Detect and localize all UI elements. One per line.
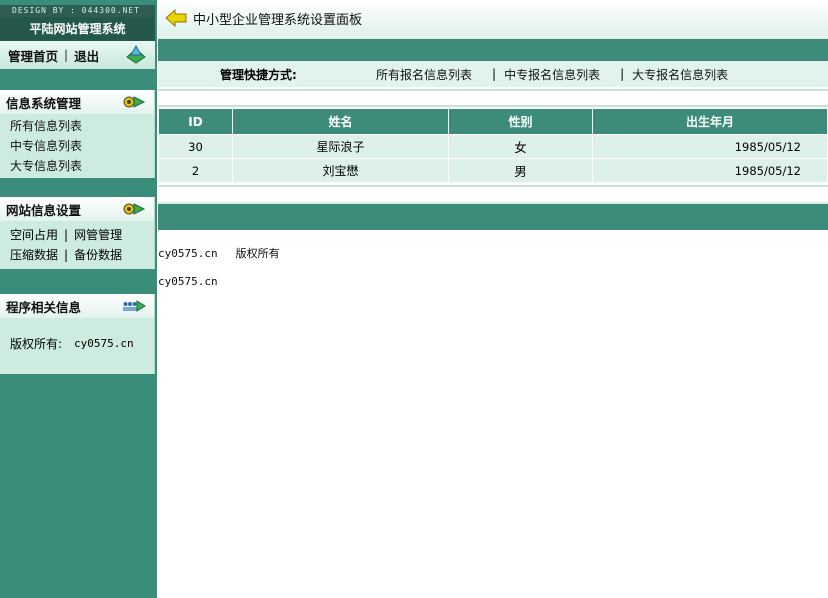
separator: |	[492, 67, 497, 81]
panel-title: 网站信息设置	[6, 202, 82, 218]
logout-link[interactable]: 退出	[74, 46, 99, 65]
users-arrow-icon	[123, 300, 146, 312]
footer-line: cy0575.cn	[158, 275, 218, 288]
panel-info-body: 所有信息列表 中专信息列表 大专信息列表	[0, 114, 155, 178]
shortcut-bar: 管理快捷方式: 所有报名信息列表 | 中专报名信息列表 | 大专报名信息列表	[158, 61, 828, 87]
table-header-row: ID 姓名 性别 出生年月	[158, 108, 828, 135]
cell-id: 30	[158, 134, 233, 159]
cell-gender: 女	[448, 134, 593, 159]
shortcut-college-list[interactable]: 大专报名信息列表	[632, 66, 728, 83]
copyright-value: cy0575.cn	[74, 337, 134, 350]
cell-id: 2	[158, 158, 233, 183]
separator: |	[620, 67, 625, 81]
top-bar: 中小型企业管理系统设置面板	[158, 0, 828, 36]
sidebar: DESIGN BY : 044300.NET 平陆网站管理系统 管理首页 | 退…	[0, 0, 157, 598]
panel-program-info[interactable]: 程序相关信息	[0, 294, 155, 318]
back-arrow-icon[interactable]	[165, 9, 187, 27]
gear-arrow-icon	[123, 203, 146, 215]
menu-all-info[interactable]: 所有信息列表	[10, 116, 154, 136]
system-title: 平陆网站管理系统	[0, 17, 155, 41]
copyright-row: 版权所有: cy0575.cn	[10, 334, 154, 354]
home-link[interactable]: 管理首页	[8, 46, 58, 65]
shortcut-secondary-list[interactable]: 中专报名信息列表	[504, 66, 600, 83]
footer-rights: 版权所有	[235, 247, 280, 260]
divider	[158, 185, 828, 187]
cell-name: 星际浪子	[232, 134, 449, 159]
column-header-name[interactable]: 姓名	[232, 108, 449, 135]
column-header-birth[interactable]: 出生年月	[592, 108, 828, 135]
header-band	[158, 37, 828, 61]
divider	[158, 105, 828, 107]
separator: |	[64, 48, 69, 62]
cell-gender: 男	[448, 158, 593, 183]
menu-admin-management[interactable]: 网管管理	[74, 225, 122, 245]
gear-arrow-icon	[123, 96, 146, 108]
panel-title: 信息系统管理	[6, 95, 82, 111]
menu-college-info[interactable]: 大专信息列表	[10, 156, 154, 176]
column-header-gender[interactable]: 性别	[448, 108, 593, 135]
cell-birth: 1985/05/12	[592, 158, 828, 183]
settings-row: 压缩数据 | 备份数据	[10, 245, 154, 265]
main-content: 中小型企业管理系统设置面板 管理快捷方式: 所有报名信息列表 | 中专报名信息列…	[158, 0, 828, 598]
menu-compress-data[interactable]: 压缩数据	[10, 245, 58, 265]
footer-domain: cy0575.cn	[158, 247, 218, 260]
copyright-label: 版权所有:	[10, 337, 63, 351]
panel-info-management[interactable]: 信息系统管理	[0, 90, 155, 114]
separator: |	[64, 228, 69, 242]
menu-secondary-info[interactable]: 中专信息列表	[10, 136, 154, 156]
registration-table: ID 姓名 性别 出生年月 30 星际浪子 女 1985/05/12 2 刘宝懋…	[158, 108, 828, 183]
cell-name: 刘宝懋	[232, 158, 449, 183]
footer-domain-2: cy0575.cn	[158, 275, 218, 288]
panel-program-body: 版权所有: cy0575.cn	[0, 318, 155, 374]
home-bar: 管理首页 | 退出	[0, 41, 155, 69]
separator: |	[64, 248, 69, 262]
footer-band	[158, 202, 828, 230]
column-header-id[interactable]: ID	[158, 108, 233, 135]
divider	[158, 89, 828, 91]
shortcut-label: 管理快捷方式:	[220, 67, 297, 82]
footer-line: cy0575.cn 版权所有	[158, 245, 280, 261]
shortcut-all-list[interactable]: 所有报名信息列表	[376, 66, 472, 83]
settings-row: 空间占用 | 网管管理	[10, 225, 154, 245]
panel-site-settings[interactable]: 网站信息设置	[0, 197, 155, 221]
table-row[interactable]: 30 星际浪子 女 1985/05/12	[158, 134, 828, 159]
page-title: 中小型企业管理系统设置面板	[193, 12, 363, 28]
panel-title: 程序相关信息	[6, 299, 82, 315]
table-row[interactable]: 2 刘宝懋 男 1985/05/12	[158, 158, 828, 183]
cell-birth: 1985/05/12	[592, 134, 828, 159]
menu-space-usage[interactable]: 空间占用	[10, 225, 58, 245]
menu-backup-data[interactable]: 备份数据	[74, 245, 122, 265]
home-recycle-icon	[126, 45, 146, 64]
panel-site-body: 空间占用 | 网管管理 压缩数据 | 备份数据	[0, 221, 155, 269]
design-credit: DESIGN BY : 044300.NET	[0, 5, 155, 17]
